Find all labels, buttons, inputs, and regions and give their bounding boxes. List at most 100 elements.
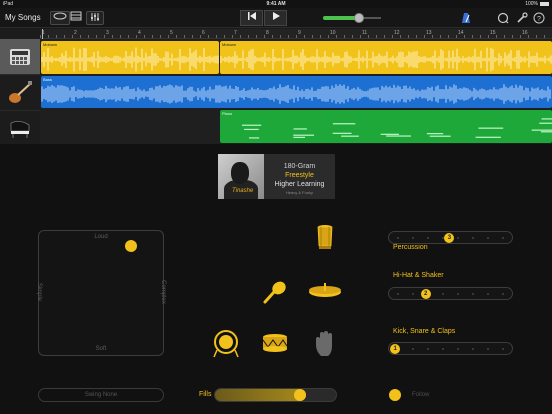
ruler-tick — [472, 35, 473, 38]
mixer-button[interactable] — [86, 11, 104, 25]
snare-drum-button[interactable] — [260, 331, 290, 355]
pattern-step-dot — [502, 293, 504, 295]
region-bass[interactable]: Bass — [41, 76, 552, 108]
percussion-pattern-knob[interactable]: 3 — [444, 233, 455, 243]
kick-drum-button[interactable] — [212, 329, 240, 359]
drummer-genre: Heavy & Funky — [285, 190, 314, 195]
master-volume-slider[interactable] — [323, 13, 381, 23]
region-name: Motown — [222, 42, 237, 47]
ruler-bar-number: 11 — [362, 30, 368, 36]
percussion-pattern-slider[interactable]: 3 — [388, 231, 513, 244]
swing-button[interactable]: Swing None — [38, 388, 164, 402]
volume-knob[interactable] — [353, 13, 364, 23]
ruler-tick — [440, 35, 441, 38]
ruler-tick — [320, 35, 321, 38]
midi-note — [241, 124, 262, 126]
follow-toggle[interactable] — [389, 389, 401, 401]
loud-soft-complex-simple-pad[interactable]: Loud Soft Simple Complex — [36, 230, 167, 356]
play-button[interactable] — [264, 10, 287, 26]
midi-note — [341, 135, 359, 137]
ruler-tick — [56, 35, 57, 38]
clap-button[interactable] — [312, 330, 338, 358]
ruler-tick — [280, 35, 281, 38]
midi-note — [478, 127, 504, 129]
pattern-step-dot — [412, 293, 414, 295]
pattern-step-dot — [472, 237, 474, 239]
ruler-bar-number: 13 — [426, 30, 432, 36]
settings-button[interactable] — [516, 12, 528, 24]
drummer-style: Freestyle — [285, 172, 314, 179]
metronome-button[interactable] — [460, 12, 472, 24]
tracks-view-button[interactable] — [66, 11, 86, 25]
ruler-tick — [296, 35, 297, 38]
help-button[interactable]: ? — [533, 12, 545, 24]
ruler-tick — [184, 35, 185, 38]
drummer-card[interactable]: Tinashe 180-Gram Freestyle Higher Learni… — [218, 154, 335, 199]
midi-note — [426, 133, 444, 135]
rewind-button[interactable] — [240, 10, 263, 26]
timeline-ruler[interactable]: 1 2 3 4 5 6 7 8 9 10 11 12 13 14 15 16 — [40, 29, 552, 39]
kick-snare-claps-pattern-slider[interactable]: 1 — [388, 342, 513, 355]
ruler-tick — [80, 35, 81, 38]
shaker-button[interactable] — [260, 278, 290, 306]
ruler-bar-number: 9 — [298, 30, 301, 36]
pattern-step-dot — [412, 237, 414, 239]
cymbal-button[interactable] — [306, 280, 344, 302]
pad-label-complex: Complex — [160, 280, 167, 304]
ruler-tick — [408, 35, 409, 38]
ruler-tick — [64, 35, 65, 38]
ruler-bar-number: 12 — [394, 30, 400, 36]
hihat-shaker-pattern-knob[interactable]: 2 — [420, 289, 431, 299]
midi-note — [429, 135, 451, 137]
ruler-tick — [272, 35, 273, 38]
ruler-tick — [384, 35, 385, 38]
ruler-bar-number: 16 — [522, 30, 528, 36]
track-header-piano[interactable] — [0, 111, 40, 147]
track-header-bass[interactable] — [0, 75, 40, 111]
pattern-step-dot — [487, 348, 489, 350]
ruler-tick — [152, 35, 153, 38]
region-drums-2[interactable]: Motown — [220, 41, 552, 74]
ruler-tick — [48, 35, 49, 38]
ruler-tick — [72, 35, 73, 38]
hihat-shaker-pattern-slider[interactable]: 2 — [388, 287, 513, 300]
ruler-tick — [392, 35, 393, 38]
region-drums-1[interactable]: Motown — [41, 41, 219, 74]
ruler-bar-number: 7 — [234, 30, 237, 36]
region-name: Piano — [222, 111, 233, 116]
ruler-tick — [136, 35, 137, 38]
ruler-tick — [360, 35, 361, 38]
pattern-step-dot — [397, 237, 399, 239]
kick-snare-claps-pattern-knob[interactable]: 1 — [390, 344, 401, 354]
ruler-tick — [256, 35, 257, 38]
section-label-percussion: Percussion — [393, 244, 428, 251]
pattern-step-dot — [397, 293, 399, 295]
midi-notes — [241, 118, 552, 139]
my-songs-button[interactable]: My Songs — [5, 13, 41, 22]
ruler-tick — [208, 35, 209, 38]
region-piano[interactable]: Piano — [220, 110, 552, 143]
ruler-tick — [96, 35, 97, 38]
ruler-tick — [520, 35, 521, 38]
midi-note — [540, 131, 552, 133]
ruler-bar-number: 10 — [330, 30, 336, 36]
drum-machine-icon — [10, 48, 30, 65]
ruler-tick — [304, 35, 305, 38]
ruler-tick — [432, 35, 433, 38]
midi-note — [332, 123, 356, 125]
fills-knob[interactable] — [293, 389, 306, 401]
ruler-tick — [240, 35, 241, 38]
conga-button[interactable] — [314, 224, 336, 250]
pad-puck[interactable] — [124, 239, 137, 252]
hand-clap-icon — [316, 331, 332, 356]
pattern-step-dot — [472, 293, 474, 295]
help-icon: ? — [533, 12, 545, 24]
fills-slider[interactable] — [214, 388, 337, 402]
track-header-drums[interactable] — [0, 39, 40, 75]
control-bar: My Songs ? — [0, 8, 552, 28]
ruler-tick — [344, 35, 345, 38]
ruler-tick — [104, 35, 105, 38]
wrench-icon — [517, 12, 528, 23]
loops-button[interactable] — [497, 12, 509, 24]
ruler-tick — [264, 35, 265, 38]
